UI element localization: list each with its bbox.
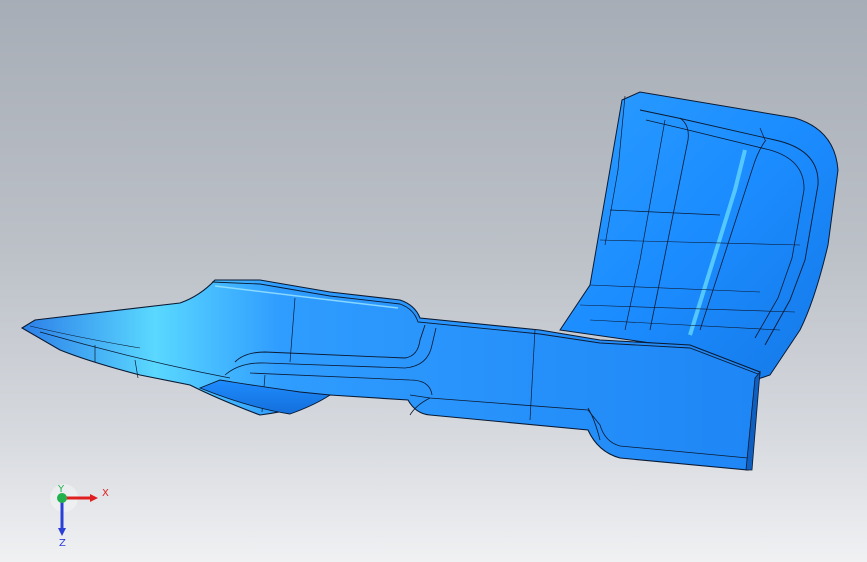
- coordinate-triad: X Y Z: [50, 484, 109, 549]
- x-axis-label: X: [102, 488, 109, 499]
- z-axis-label: Z: [59, 538, 66, 549]
- sheet-metal-part-model[interactable]: [0, 0, 867, 562]
- vertical-flange: [559, 91, 839, 381]
- graphics-viewport[interactable]: X Y Z: [0, 0, 867, 562]
- y-axis-label: Y: [57, 484, 65, 495]
